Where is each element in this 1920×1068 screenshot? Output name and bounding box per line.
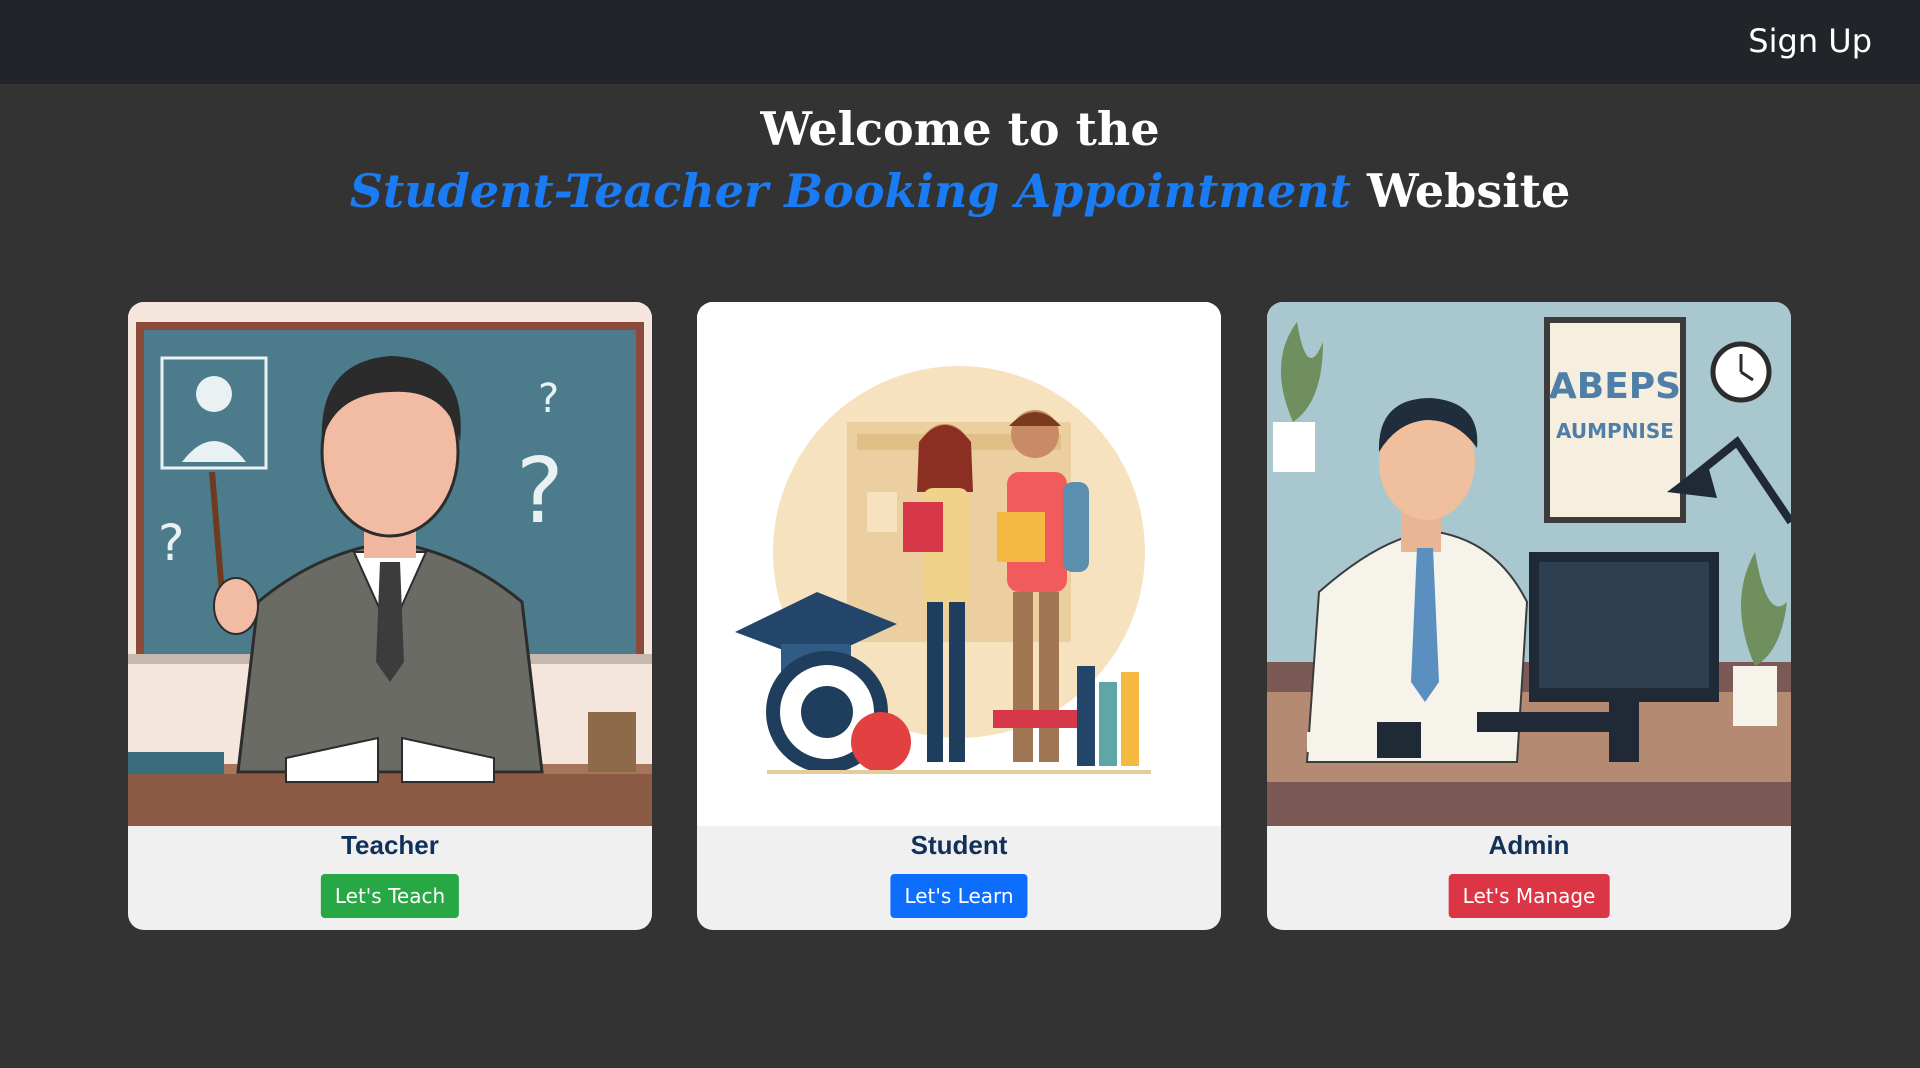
lets-learn-button[interactable]: Let's Learn xyxy=(890,874,1028,918)
hero-heading: Welcome to the Student-Teacher Booking A… xyxy=(0,98,1920,222)
admin-poster-line2: AUMPNISE xyxy=(1556,419,1674,443)
sign-up-link[interactable]: Sign Up xyxy=(1748,22,1872,60)
teacher-card: ? ? ? Teacher Let's Teach xyxy=(128,302,652,930)
teacher-illustration: ? ? ? xyxy=(128,302,652,826)
hero-line2: Student-Teacher Booking Appointment Webs… xyxy=(0,160,1920,222)
svg-text:?: ? xyxy=(516,439,564,544)
student-card: Student Let's Learn xyxy=(697,302,1221,930)
lets-teach-button[interactable]: Let's Teach xyxy=(320,874,460,918)
lets-manage-button[interactable]: Let's Manage xyxy=(1448,874,1610,918)
admin-illustration: ABEPS AUMPNISE xyxy=(1267,302,1791,826)
svg-text:?: ? xyxy=(158,514,185,572)
top-navbar: Sign Up xyxy=(0,0,1920,84)
admin-card: ABEPS AUMPNISE Admin Let's Manage xyxy=(1267,302,1791,930)
hero-line2-rest: Website xyxy=(1367,164,1571,218)
admin-card-title: Admin xyxy=(1488,830,1570,860)
hero-accent-text: Student-Teacher Booking Appointment xyxy=(349,164,1351,218)
hero-line1: Welcome to the xyxy=(760,102,1160,156)
admin-poster-line1: ABEPS xyxy=(1549,366,1681,407)
teacher-card-title: Teacher xyxy=(341,830,439,860)
svg-text:?: ? xyxy=(538,376,559,422)
student-illustration xyxy=(697,302,1221,826)
student-card-title: Student xyxy=(910,830,1008,860)
